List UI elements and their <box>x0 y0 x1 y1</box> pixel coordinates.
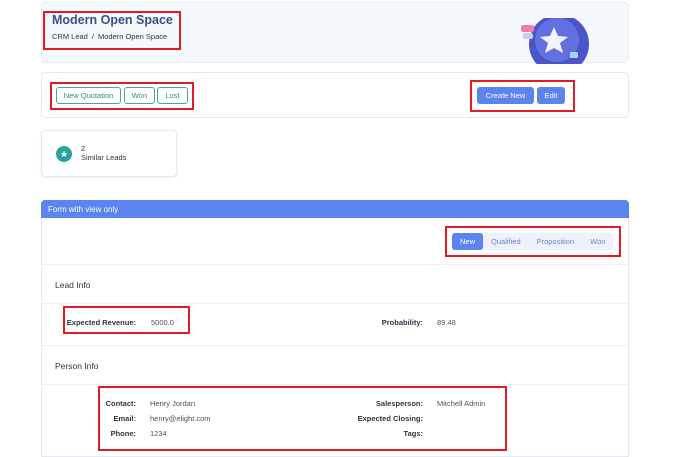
stage-selector: New Qualified Proposition Won <box>452 233 614 250</box>
expected-closing-label: Expected Closing: <box>357 414 423 423</box>
stage-won[interactable]: Won <box>582 233 613 250</box>
tags-label: Tags: <box>403 429 423 438</box>
similar-leads-label: Similar Leads <box>81 153 127 162</box>
divider <box>42 303 628 304</box>
divider <box>42 264 628 265</box>
divider <box>42 345 628 346</box>
email-label: Email: <box>113 414 136 423</box>
email-value: henry@elight.com <box>150 414 211 423</box>
breadcrumb-separator: / <box>91 32 94 41</box>
lead-info-title: Lead Info <box>55 280 91 290</box>
divider <box>42 384 628 385</box>
breadcrumb: CRM Lead / Modern Open Space <box>52 32 167 41</box>
salesperson-label: Salesperson: <box>375 399 423 408</box>
phone-label: Phone: <box>110 429 136 438</box>
stage-qualified[interactable]: Qualified <box>483 233 529 250</box>
create-new-button[interactable]: Create New <box>477 87 534 104</box>
probability-value: 89.48 <box>437 318 456 327</box>
similar-leads-count: 2 <box>81 144 86 153</box>
stage-new[interactable]: New <box>452 233 484 250</box>
breadcrumb-item-current: Modern Open Space <box>97 32 168 41</box>
contact-value: Henry Jordan <box>150 399 196 408</box>
page-title: Modern Open Space <box>52 13 173 27</box>
contact-label: Contact: <box>105 399 136 408</box>
stage-proposition[interactable]: Proposition <box>529 233 583 250</box>
breadcrumb-item-crm-lead[interactable]: CRM Lead <box>52 32 88 41</box>
phone-value: 1234 <box>150 429 167 438</box>
new-quotation-button[interactable]: New Quotation <box>56 87 121 104</box>
won-button[interactable]: Won <box>124 87 155 104</box>
person-info-title: Person Info <box>55 361 99 371</box>
star-badge-icon <box>521 18 589 64</box>
star-icon: ★ <box>56 146 72 162</box>
probability-label: Probability: <box>381 318 423 327</box>
salesperson-value: Mitchell Admin <box>437 399 486 408</box>
form-header: Form with view only <box>41 200 629 218</box>
expected-revenue-value: 5000.0 <box>151 318 174 327</box>
expected-revenue-label: Expected Revenue: <box>66 318 136 327</box>
lost-button[interactable]: Lost <box>157 87 188 104</box>
edit-button[interactable]: Edit <box>537 87 565 104</box>
